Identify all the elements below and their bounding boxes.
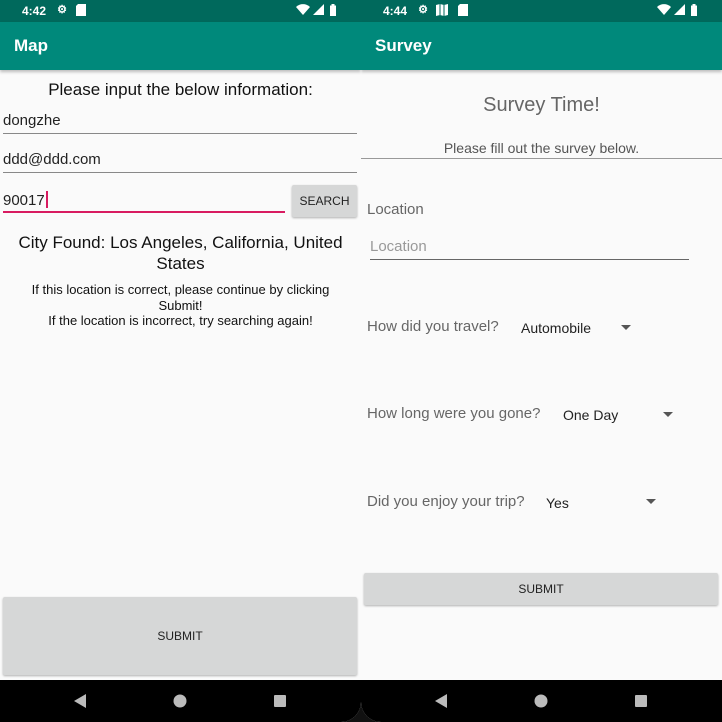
travel-select[interactable]: Automobile bbox=[521, 320, 591, 336]
battery-icon bbox=[691, 4, 697, 19]
status-bar: 4:44 ⚙ bbox=[361, 0, 722, 22]
location-placeholder: Location bbox=[370, 238, 427, 255]
location-label: Location bbox=[367, 201, 424, 218]
chevron-down-icon[interactable] bbox=[621, 325, 631, 330]
map-icon bbox=[436, 4, 448, 16]
duration-question: How long were you gone? bbox=[367, 405, 541, 422]
navigation-bar bbox=[361, 680, 722, 722]
survey-screen: 4:44 ⚙ Survey Survey Time! Please fill o… bbox=[361, 0, 722, 722]
duration-select[interactable]: One Day bbox=[563, 407, 618, 423]
email-value: ddd@ddd.com bbox=[3, 151, 101, 168]
gear-icon: ⚙ bbox=[418, 4, 428, 16]
city-found-text: City Found: Los Angeles, California, Uni… bbox=[18, 233, 343, 273]
zip-code-value: 90017 bbox=[3, 192, 45, 209]
text-cursor bbox=[45, 191, 48, 208]
wifi-icon bbox=[657, 4, 671, 18]
app-bar: Map bbox=[0, 22, 361, 70]
recents-icon[interactable] bbox=[632, 692, 650, 710]
signal-icon bbox=[674, 4, 685, 18]
chevron-down-icon[interactable] bbox=[646, 499, 656, 504]
zip-code-field[interactable]: 90017 bbox=[3, 189, 285, 213]
submit-button[interactable]: SUBMIT bbox=[364, 573, 718, 605]
location-input[interactable]: Location bbox=[370, 236, 689, 260]
home-icon[interactable] bbox=[171, 692, 189, 710]
chevron-down-icon[interactable] bbox=[663, 412, 673, 417]
app-title: Map bbox=[14, 36, 48, 55]
input-prompt: Please input the below information: bbox=[48, 80, 313, 99]
submit-button[interactable]: SUBMIT bbox=[3, 597, 357, 675]
gear-icon: ⚙ bbox=[57, 4, 67, 16]
back-icon[interactable] bbox=[72, 692, 90, 710]
sd-card-icon bbox=[457, 4, 469, 16]
name-field[interactable]: dongzhe bbox=[3, 110, 357, 134]
enjoy-select[interactable]: Yes bbox=[546, 495, 569, 511]
email-field[interactable]: ddd@ddd.com bbox=[3, 149, 357, 173]
status-time: 4:44 bbox=[383, 4, 408, 18]
sd-card-icon bbox=[75, 4, 87, 16]
navigation-bar bbox=[0, 680, 361, 722]
app-bar: Survey bbox=[361, 22, 722, 70]
instructions-line2: If the location is incorrect, try search… bbox=[48, 313, 313, 328]
survey-heading: Survey Time! bbox=[483, 94, 600, 116]
back-icon[interactable] bbox=[433, 692, 451, 710]
survey-subheading: Please fill out the survey below. bbox=[443, 140, 640, 156]
home-icon[interactable] bbox=[532, 692, 550, 710]
signal-icon bbox=[313, 4, 324, 18]
wifi-icon bbox=[296, 4, 310, 18]
enjoy-question: Did you enjoy your trip? bbox=[367, 493, 525, 510]
app-title: Survey bbox=[375, 36, 432, 55]
map-screen: 4:42 ⚙ Map Please input the below inform… bbox=[0, 0, 361, 722]
divider bbox=[361, 158, 722, 159]
status-time: 4:42 bbox=[22, 4, 47, 18]
battery-icon bbox=[330, 4, 336, 19]
search-button[interactable]: SEARCH bbox=[292, 185, 357, 217]
travel-question: How did you travel? bbox=[367, 318, 499, 335]
name-value: dongzhe bbox=[3, 112, 61, 129]
recents-icon[interactable] bbox=[271, 692, 289, 710]
instructions-line1: If this location is correct, please cont… bbox=[31, 282, 330, 313]
status-bar: 4:42 ⚙ bbox=[0, 0, 361, 22]
